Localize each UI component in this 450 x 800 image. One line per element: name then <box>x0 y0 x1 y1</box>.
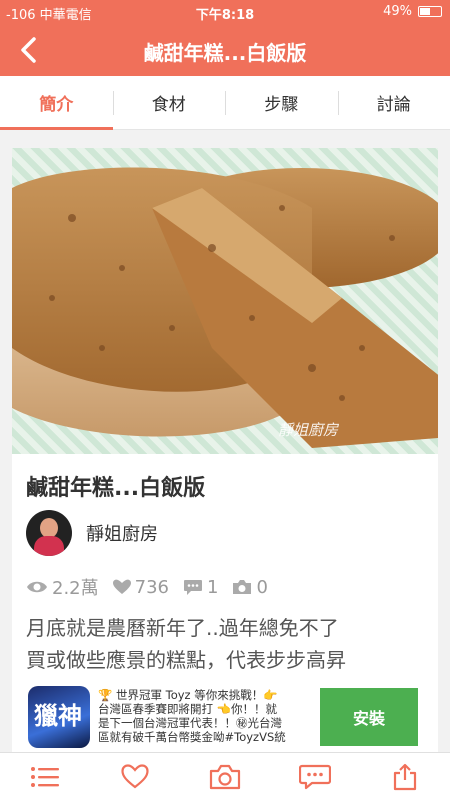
tab-ingredients[interactable]: 食材 <box>112 76 226 129</box>
tab-steps[interactable]: 步驟 <box>225 76 338 129</box>
bottom-toolbar <box>0 752 450 800</box>
photos-count: 0 <box>256 576 268 598</box>
game-app-icon[interactable]: 獵神 <box>28 686 90 748</box>
author-name[interactable]: 靜姐廚房 <box>86 520 158 546</box>
battery-fill <box>420 8 430 15</box>
ad-line: 台灣區春季賽即將開打 👈你！！就 <box>98 702 277 716</box>
ad-text[interactable]: 🏆 世界冠軍 Toyz 等你來挑戰！👉 台灣區春季賽即將開打 👈你！！就 是下一… <box>98 688 312 744</box>
description-line: 月底就是農曆新年了..過年總免不了 <box>26 616 339 640</box>
tab-discussion[interactable]: 討論 <box>337 76 450 129</box>
heart-outline-icon <box>121 764 149 789</box>
status-bar: -106 中華電信 下午8:18 49% <box>0 0 450 24</box>
camera-outline-icon <box>209 764 241 789</box>
status-right: 49% <box>383 4 442 19</box>
rice-cake-illustration <box>12 167 438 448</box>
photo-button[interactable] <box>180 753 270 800</box>
ad-banner[interactable]: 獵神 🏆 世界冠軍 Toyz 等你來挑戰！👉 台灣區春季賽即將開打 👈你！！就 … <box>28 686 420 748</box>
stats-row: 2.2萬 736 1 0 <box>26 574 268 600</box>
heart-icon <box>112 579 131 594</box>
tab-bar: 簡介 食材 步驟 討論 <box>0 76 450 130</box>
share-icon <box>393 763 417 790</box>
avatar-body <box>34 536 64 556</box>
nav-title: 鹹甜年糕...白飯版 <box>143 41 307 65</box>
ad-line: 區就有破千萬台幣獎金呦#ToyzVS統 <box>98 730 286 744</box>
battery-percent: 49% <box>383 4 412 19</box>
stat-views: 2.2萬 <box>26 574 99 600</box>
ad-line: 是下一個台灣冠軍代表！！㊙光台灣 <box>98 716 282 730</box>
list-menu-icon <box>31 766 59 787</box>
stat-photos: 0 <box>232 576 268 598</box>
battery-icon <box>418 6 442 17</box>
nav-bar: 鹹甜年糕...白飯版 <box>0 24 450 76</box>
photo-watermark: 靜姐廚房 <box>277 421 338 439</box>
comments-count: 1 <box>207 576 219 598</box>
likes-count: 736 <box>134 576 169 598</box>
avatar-face <box>40 518 58 538</box>
ad-line: 🏆 世界冠軍 Toyz 等你來挑戰！👉 <box>98 688 278 702</box>
stat-comments: 1 <box>183 577 218 598</box>
recipe-description: 月底就是農曆新年了..過年總免不了 買或做些應景的糕點，代表步步高昇 <box>26 612 426 676</box>
ad-icon-text: 獵神 <box>34 702 82 730</box>
menu-button[interactable] <box>0 753 90 800</box>
comment-button[interactable] <box>270 753 360 800</box>
install-button[interactable]: 安裝 <box>320 688 418 746</box>
eye-icon <box>27 581 47 593</box>
camera-icon <box>233 580 252 594</box>
comment-icon <box>184 579 202 595</box>
tab-intro[interactable]: 簡介 <box>0 76 113 130</box>
recipe-card: 靜姐廚房 鹹甜年糕...白飯版 靜姐廚房 2.2萬 736 1 0 月底就是農曆… <box>12 148 438 752</box>
chat-bubble-icon <box>299 764 331 789</box>
favorite-button[interactable] <box>90 753 180 800</box>
recipe-photo[interactable]: 靜姐廚房 <box>12 148 438 454</box>
views-count: 2.2萬 <box>52 578 99 599</box>
avatar[interactable] <box>26 510 72 556</box>
author-row[interactable]: 靜姐廚房 <box>26 510 158 556</box>
content-area[interactable]: 靜姐廚房 鹹甜年糕...白飯版 靜姐廚房 2.2萬 736 1 0 月底就是農曆… <box>0 130 450 752</box>
recipe-title: 鹹甜年糕...白飯版 <box>26 476 206 501</box>
description-line: 買或做些應景的糕點，代表步步高昇 <box>26 648 346 672</box>
chevron-left-icon <box>21 37 36 63</box>
share-button[interactable] <box>360 753 450 800</box>
back-button[interactable] <box>14 34 46 66</box>
stat-likes: 736 <box>112 576 169 598</box>
